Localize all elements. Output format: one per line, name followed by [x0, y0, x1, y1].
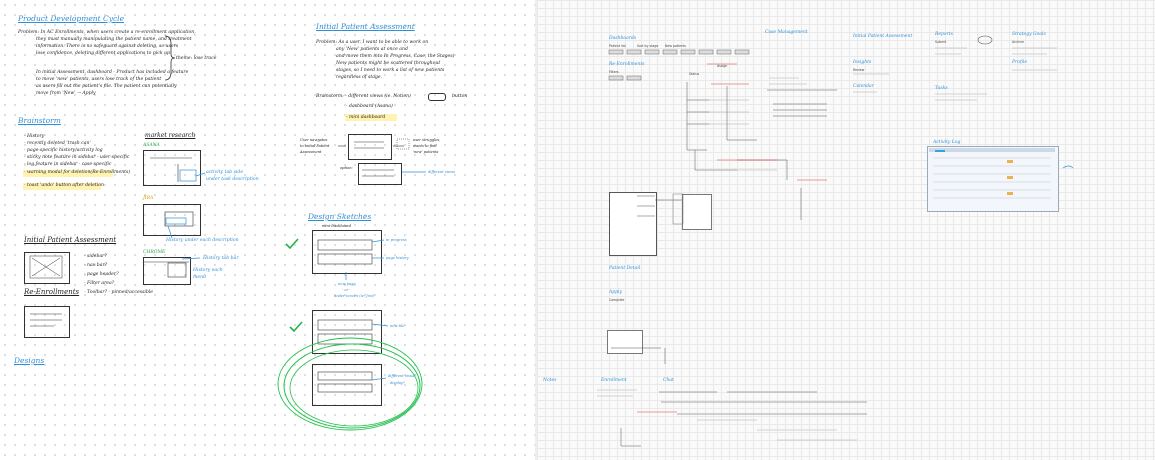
- sketch-paper: Product Development Cycle Problem: In AC…: [0, 0, 535, 460]
- sketch-strokes: [29, 35, 426, 431]
- board-lines: [597, 35, 1074, 447]
- wireframe-board[interactable]: Dashboards Re-Enrollments Case Managemen…: [537, 0, 1155, 460]
